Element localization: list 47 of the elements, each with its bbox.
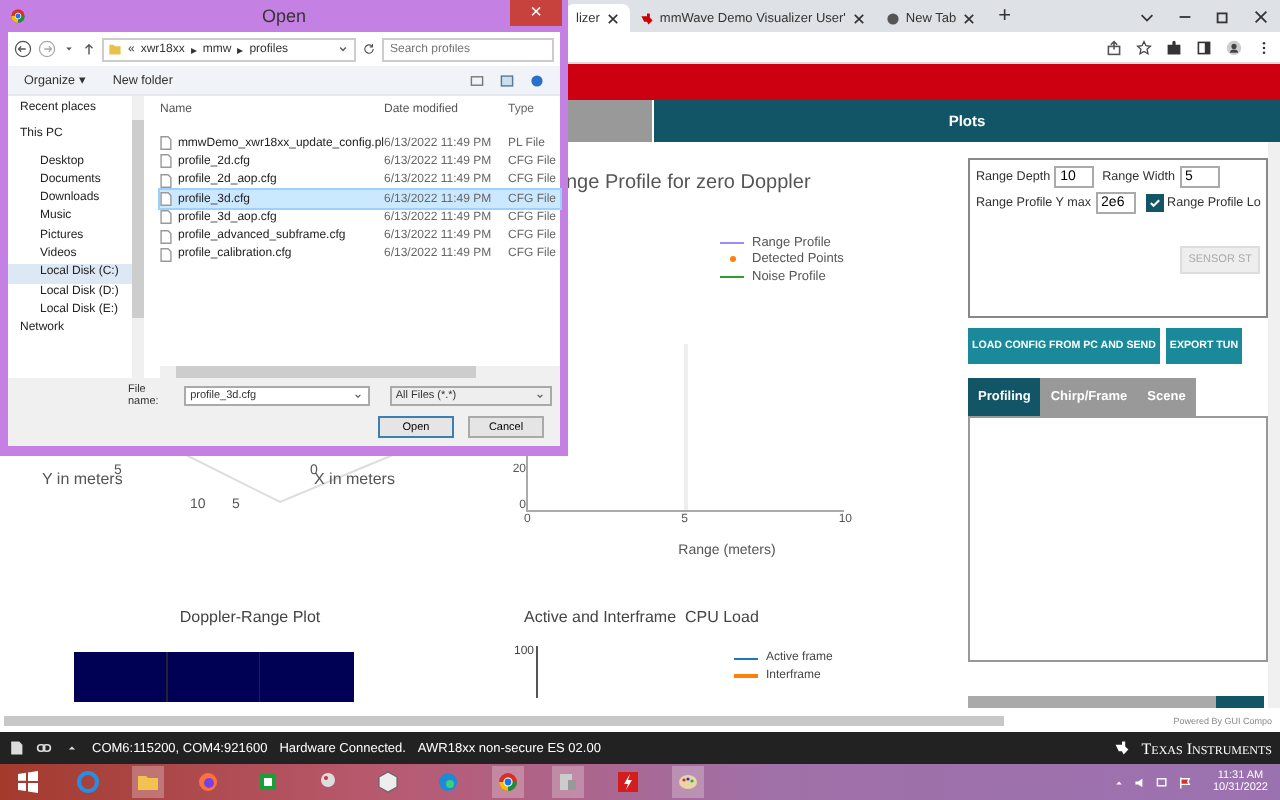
logo-icon <box>1113 740 1130 756</box>
close-button[interactable]: × <box>510 0 562 26</box>
share-icon[interactable] <box>1106 39 1122 55</box>
flag-icon[interactable] <box>1178 775 1193 789</box>
pane-icon[interactable] <box>500 73 514 87</box>
star-icon[interactable] <box>1136 39 1152 55</box>
caret-icon[interactable] <box>351 390 364 402</box>
close-icon[interactable] <box>851 11 866 25</box>
chart-title: Active and Interframe CPU Load <box>524 608 761 626</box>
dialog-title: Open <box>261 6 307 26</box>
up-arrow-icon[interactable] <box>82 42 96 56</box>
close-icon[interactable] <box>605 11 620 25</box>
globe-icon <box>885 11 900 25</box>
windows-logo-icon[interactable] <box>12 766 44 798</box>
checkbox[interactable] <box>1145 194 1164 212</box>
refresh-icon[interactable] <box>362 42 376 56</box>
view-icon[interactable] <box>470 73 484 87</box>
scrollbar[interactable] <box>132 96 144 378</box>
network-icon[interactable] <box>1156 775 1171 789</box>
chrome-icon <box>10 8 26 24</box>
flash-icon[interactable] <box>612 766 644 798</box>
new-tab-button[interactable]: + <box>986 4 1024 28</box>
scrollbar[interactable] <box>1268 142 1280 708</box>
brand-name: Texas Instruments <box>1141 739 1272 757</box>
folder-icon <box>108 42 122 56</box>
back-icon[interactable] <box>14 40 32 58</box>
logo-icon <box>639 11 654 25</box>
scrollbar[interactable] <box>4 715 1004 725</box>
restore-icon[interactable] <box>1214 7 1232 25</box>
close-icon[interactable] <box>962 11 977 25</box>
caret-icon[interactable] <box>62 42 76 56</box>
scrollbar[interactable] <box>968 696 1264 708</box>
axis-label: Y in meters <box>42 470 123 488</box>
document-icon[interactable] <box>8 740 24 756</box>
profile-icon[interactable] <box>1226 39 1242 55</box>
puzzle-icon[interactable] <box>1166 39 1182 55</box>
scrollbar[interactable] <box>160 366 560 378</box>
help-icon[interactable] <box>530 73 544 87</box>
axis-label: X in meters <box>314 470 395 488</box>
y-axis <box>536 646 539 698</box>
chart-title: Doppler-Range Plot <box>179 608 321 626</box>
caret-icon[interactable] <box>534 390 546 402</box>
link-icon[interactable] <box>36 740 52 756</box>
close-icon[interactable] <box>1252 7 1270 25</box>
side-panel-icon[interactable] <box>1196 39 1212 55</box>
chrome-icon[interactable] <box>492 766 524 798</box>
caret-icon[interactable] <box>336 42 350 56</box>
